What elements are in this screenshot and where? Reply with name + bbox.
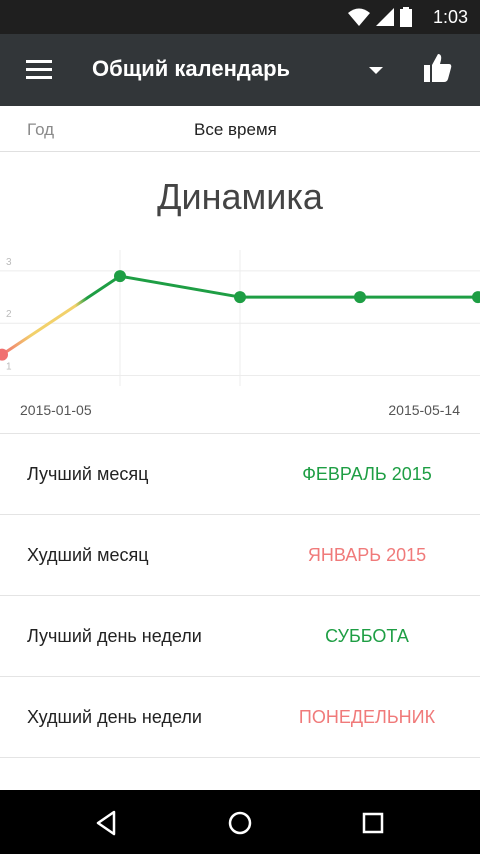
wifi-icon [348,8,370,26]
stat-row: Лучший день недели СУББОТА [0,596,480,677]
home-icon[interactable] [225,808,255,838]
y-tick-label: 3 [6,257,12,268]
series-line-segment [119,274,241,299]
calendar-title[interactable]: Общий календарь [92,56,290,82]
data-point [354,291,366,304]
battery-icon [400,7,412,27]
stat-label: Худший месяц [27,545,149,565]
back-icon[interactable] [92,808,122,838]
thumbs-up-icon[interactable] [420,50,454,86]
stat-value: ФЕВРАЛЬ 2015 [302,464,432,484]
signal-icon [376,8,394,26]
status-time: 1:03 [432,7,468,27]
navigation-bar [0,790,480,854]
data-point [114,270,126,283]
dropdown-arrow-icon[interactable] [362,58,390,82]
status-bar: 1:03 [0,0,480,34]
status-icons [348,7,412,27]
tab-all-time[interactable]: Все время [194,120,277,140]
series-line-segment [0,274,122,357]
y-tick-label: 2 [6,309,12,320]
data-point [234,291,246,304]
menu-icon[interactable] [24,57,54,83]
tab-year[interactable]: Год [27,120,54,140]
chart-start-date: 2015-01-05 [20,402,92,418]
stat-row: Худший месяц ЯНВАРЬ 2015 [0,515,480,596]
stat-value: СУББОТА [325,626,409,646]
stat-value: ПОНЕДЕЛЬНИК [298,707,436,727]
stat-label: Худший день недели [27,707,202,727]
chart-title: Динамика [157,176,323,217]
data-point [472,291,480,304]
stat-row: Лучший месяц ФЕВРАЛЬ 2015 [0,434,480,515]
stats-list: Лучший месяц ФЕВРАЛЬ 2015 Худший месяц ЯНВА… [0,433,480,758]
chart-end-date: 2015-05-14 [388,402,460,418]
app-bar: Общий календарь [0,34,480,106]
recents-icon[interactable] [358,808,388,838]
dynamics-chart: 1 2 3 [0,250,480,386]
stat-value: ЯНВАРЬ 2015 [307,545,427,565]
y-tick-label: 1 [6,362,12,373]
period-tabs: Год Все время [0,106,480,152]
stat-row: Худший день недели ПОНЕДЕЛЬНИК [0,677,480,758]
stat-label: Лучший день недели [27,626,202,646]
stat-label: Лучший месяц [27,464,149,484]
